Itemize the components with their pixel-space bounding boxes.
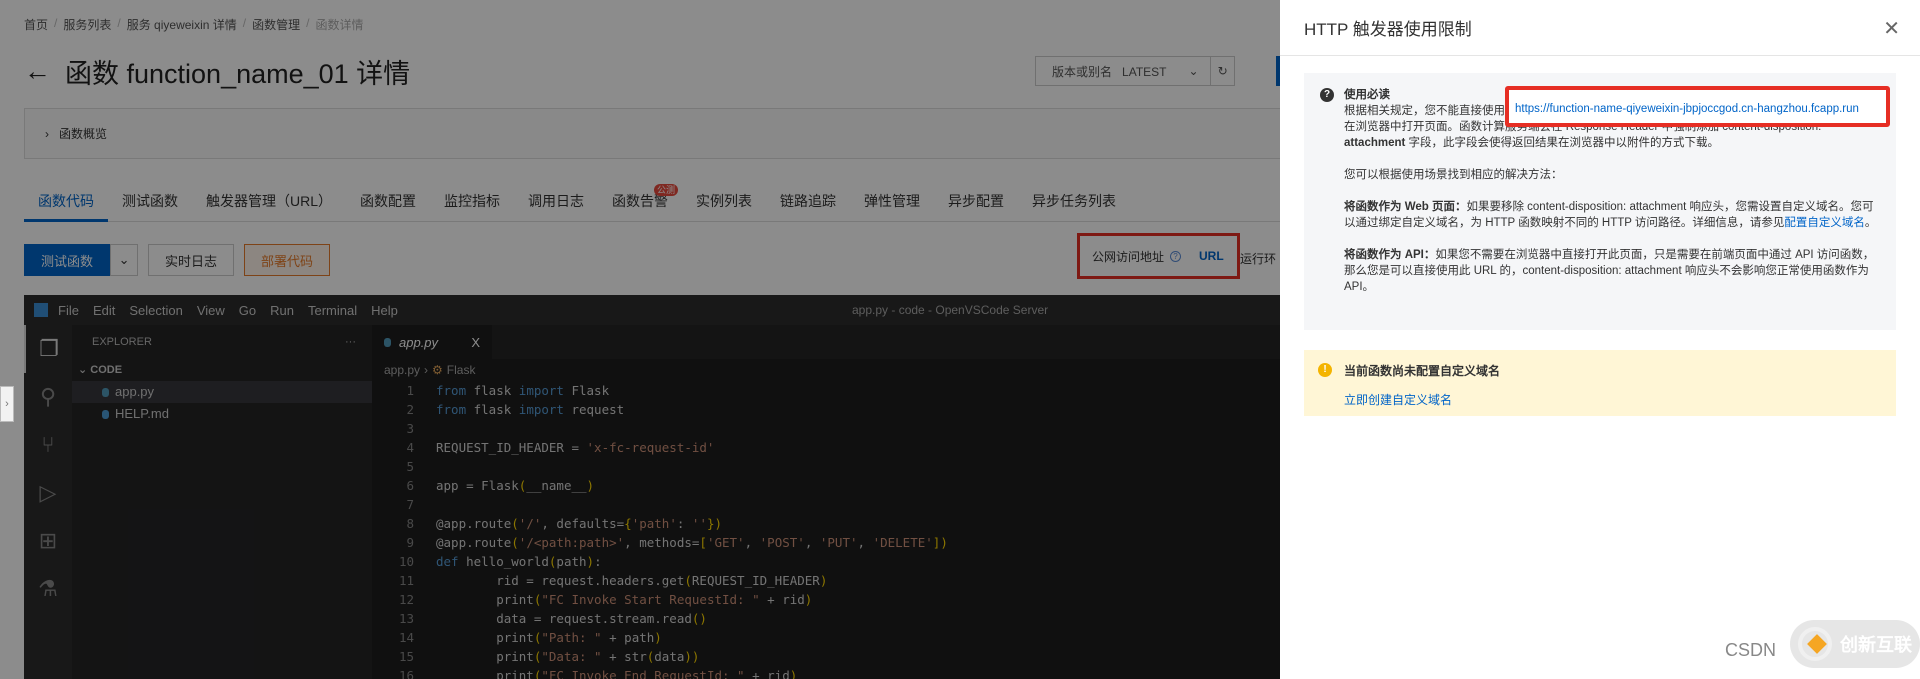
brand-watermark: 创新互联 <box>1790 620 1920 668</box>
function-url-link[interactable]: https://function-name-qiyeweixin-jbpjocc… <box>1515 103 1859 115</box>
custom-domain-warning: ! 当前函数尚未配置自定义域名 立即创建自定义域名 <box>1304 350 1896 416</box>
drawer-title: HTTP 触发器使用限制 <box>1304 20 1472 39</box>
sidebar-expand-handle[interactable]: › <box>0 386 14 422</box>
notice-text: 根据相关规定，您不能直接使用 <box>1344 105 1505 117</box>
punctuation: 。 <box>1864 217 1877 229</box>
brand-logo-icon <box>1798 627 1832 661</box>
close-icon[interactable]: ✕ <box>1883 16 1900 41</box>
create-domain-link[interactable]: 立即创建自定义域名 <box>1344 391 1896 408</box>
notice-text: 字段，此字段会使得返回结果在浏览器中以附件的方式下载。 <box>1405 137 1720 149</box>
warning-title: 当前函数尚未配置自定义域名 <box>1344 364 1501 378</box>
modal-overlay[interactable] <box>0 0 1280 679</box>
function-url-highlight: https://function-name-qiyeweixin-jbpjocc… <box>1505 86 1890 127</box>
api-heading: 将函数作为 API： <box>1344 249 1436 261</box>
csdn-watermark: CSDN <box>1725 640 1777 660</box>
notice-bold: attachment <box>1344 137 1406 149</box>
brand-text: 创新互联 <box>1840 635 1912 655</box>
warning-icon: ! <box>1318 363 1332 377</box>
configure-domain-link[interactable]: 配置自定义域名 <box>1784 217 1865 229</box>
question-icon: ? <box>1320 88 1334 102</box>
solutions-intro: 您可以根据使用场景找到相应的解决方法： <box>1344 169 1563 181</box>
web-page-heading: 将函数作为 Web 页面： <box>1344 201 1467 213</box>
